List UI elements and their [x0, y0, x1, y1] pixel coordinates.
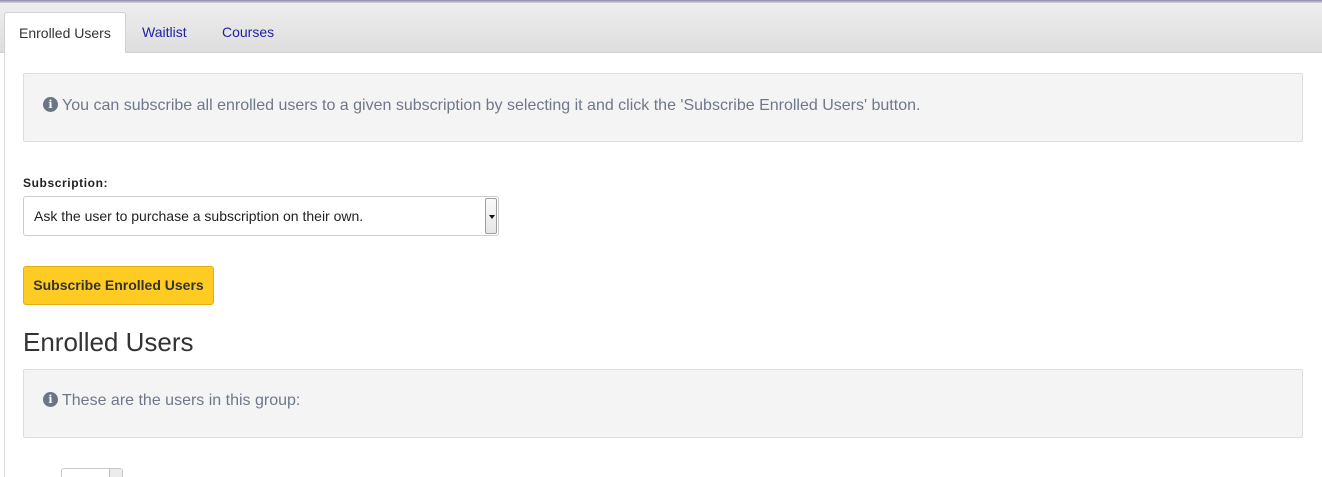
- tab-waitlist[interactable]: Waitlist: [128, 12, 201, 53]
- page-size-select[interactable]: [61, 468, 123, 477]
- chevron-down-icon[interactable]: [109, 469, 122, 477]
- group-users-info-alert: i These are the users in this group:: [23, 369, 1303, 438]
- subscribe-enrolled-users-button[interactable]: Subscribe Enrolled Users: [23, 266, 214, 305]
- info-circle-icon: i: [43, 392, 58, 407]
- subscription-label: Subscription:: [23, 176, 109, 190]
- info-circle-icon: i: [43, 97, 58, 112]
- subscribe-info-text: You can subscribe all enrolled users to …: [62, 97, 921, 114]
- tab-enrolled-users[interactable]: Enrolled Users: [4, 12, 126, 54]
- tab-content-panel: i You can subscribe all enrolled users t…: [4, 53, 1322, 477]
- chevron-down-icon[interactable]: [485, 198, 497, 234]
- subscription-select[interactable]: Ask the user to purchase a subscription …: [23, 196, 499, 236]
- group-users-info-text: These are the users in this group:: [62, 392, 301, 409]
- subscription-selected-value: Ask the user to purchase a subscription …: [34, 208, 364, 224]
- tab-courses[interactable]: Courses: [208, 12, 288, 53]
- enrolled-users-heading: Enrolled Users: [23, 327, 194, 357]
- subscribe-info-alert: i You can subscribe all enrolled users t…: [23, 73, 1303, 142]
- tab-bar: Enrolled Users Waitlist Courses: [0, 3, 1322, 54]
